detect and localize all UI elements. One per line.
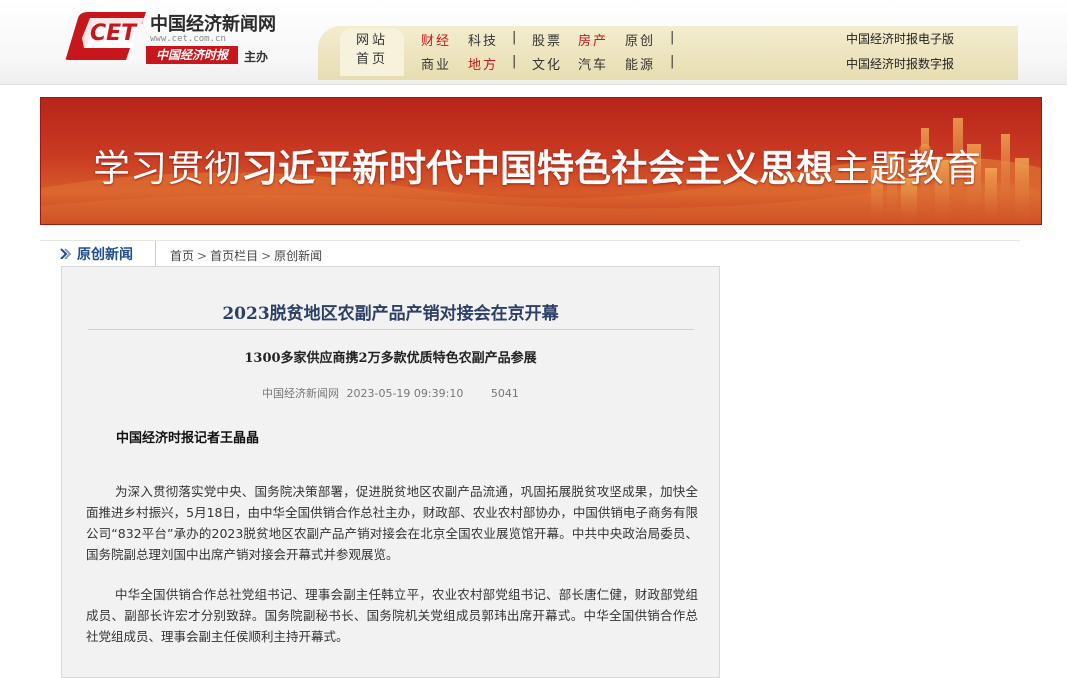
article-paragraph: 中华全国供销合作总社党组书记、理事会副主任韩立平，农业农村部党组书记、部长唐仁健… <box>86 587 698 644</box>
banner-slogan: 学习贯彻习近平新时代中国特色社会主义思想主题教育 <box>93 138 981 192</box>
nav-link-original[interactable]: 原创 <box>625 30 655 49</box>
article-datetime: 2023-05-19 09:39:10 <box>346 387 464 400</box>
article-meta: 中国经济新闻网 2023-05-19 09:39:10 5041 <box>262 385 523 401</box>
nav-separator: | <box>670 54 675 69</box>
section-divider <box>155 241 156 267</box>
title-divider <box>88 329 694 330</box>
nav-link-realestate[interactable]: 房产 <box>578 30 608 49</box>
nav-link-auto[interactable]: 汽车 <box>578 54 608 73</box>
nav-home-button[interactable]: 网站 首页 <box>340 28 404 76</box>
breadcrumb: 首页 > 首页栏目 > 原创新闻 <box>170 247 322 264</box>
article-source: 中国经济新闻网 <box>262 387 339 400</box>
nav-link-tech[interactable]: 科技 <box>468 30 498 49</box>
nav-home-label-2: 首页 <box>355 52 388 67</box>
breadcrumb-home[interactable]: 首页 <box>170 249 194 263</box>
theme-education-banner[interactable]: 学习贯彻习近平新时代中国特色社会主义思想主题教育 <box>40 97 1042 225</box>
banner-text-tail: 主题教育 <box>833 147 981 190</box>
nav-home-label-1: 网站 <box>355 33 388 48</box>
cet-logo[interactable]: CET <box>60 8 148 66</box>
article-subtitle: 1300多家供应商携2万多款优质特色农副产品参展 <box>244 351 537 366</box>
digital-edition-link[interactable]: 中国经济时报数字报 <box>846 55 954 72</box>
section-bar: 原创新闻 首页 > 首页栏目 > 原创新闻 <box>40 240 1020 267</box>
article-views: 5041 <box>490 387 519 400</box>
nav-link-business[interactable]: 商业 <box>421 54 451 73</box>
banner-text-bold: 习近平新时代中国特色社会主义思想 <box>241 147 833 190</box>
article-paragraph: 为深入贯彻落实党中央、国务院决策部署，促进脱贫地区农副产品流通，巩固拓展脱贫攻坚… <box>86 484 698 562</box>
article-byline: 中国经济时报记者王晶晶 <box>116 431 260 446</box>
e-edition-link[interactable]: 中国经济时报电子版 <box>846 30 954 47</box>
section-title[interactable]: 原创新闻 <box>77 244 133 264</box>
host-label: 主办 <box>244 50 269 64</box>
nav-link-energy[interactable]: 能源 <box>625 54 655 73</box>
nav-separator: | <box>512 30 517 45</box>
article-title: 2023脱贫地区农副产品产销对接会在京开幕 <box>222 304 559 324</box>
double-chevron-icon <box>60 248 72 259</box>
breadcrumb-original-news[interactable]: 原创新闻 <box>274 249 322 263</box>
nav-link-local[interactable]: 地方 <box>468 54 498 73</box>
site-name[interactable]: 中国经济新闻网 <box>150 10 276 36</box>
nav-separator: | <box>512 54 517 69</box>
nav-link-stocks[interactable]: 股票 <box>532 30 562 49</box>
site-url: www.cet.com.cn <box>150 34 226 44</box>
article-card: 2023脱贫地区农副产品产销对接会在京开幕 1300多家供应商携2万多款优质特色… <box>61 266 720 678</box>
site-header: CET 中国经济新闻网 www.cet.com.cn 中国经济时报 主办 网站 … <box>0 0 1067 85</box>
paper-name-badge[interactable]: 中国经济时报 <box>146 46 238 64</box>
breadcrumb-sep: > <box>197 249 208 263</box>
svg-text:CET: CET <box>90 21 138 46</box>
nav-separator: | <box>670 30 675 45</box>
nav-link-culture[interactable]: 文化 <box>532 54 562 73</box>
nav-link-finance[interactable]: 财经 <box>421 30 451 49</box>
breadcrumb-home-columns[interactable]: 首页栏目 <box>210 249 258 263</box>
banner-text-regular: 学习贯彻 <box>93 147 241 190</box>
breadcrumb-sep: > <box>261 249 272 263</box>
